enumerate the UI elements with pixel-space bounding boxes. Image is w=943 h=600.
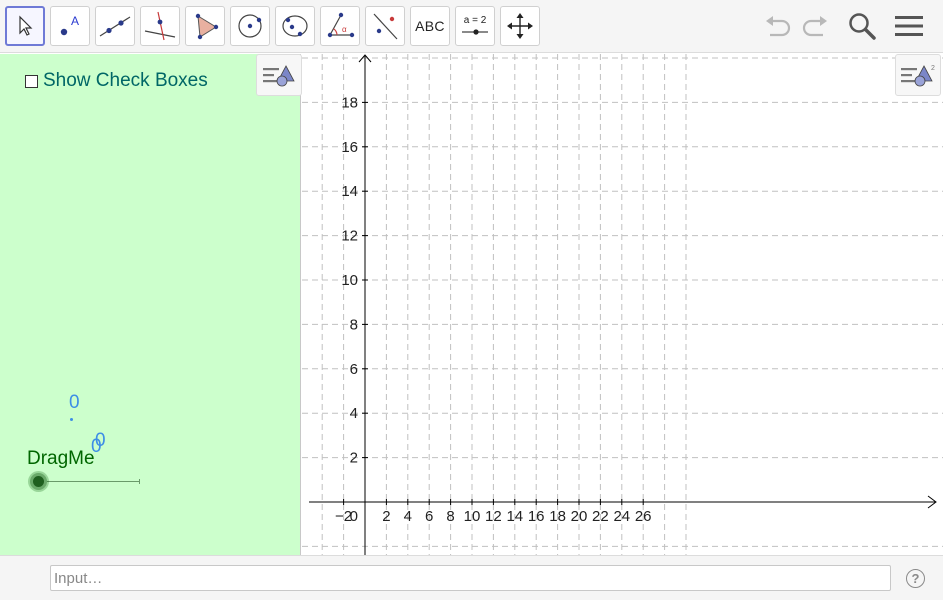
svg-text:A: A (71, 14, 79, 28)
y-tick-labels: 2 4 6 8 10 12 14 16 18 (341, 94, 368, 467)
slider-track-end (139, 479, 140, 484)
circle-tool-button[interactable] (230, 6, 270, 46)
x-tick-label: 16 (528, 508, 545, 525)
x-tick-labels: −20 2 4 6 8 10 12 14 16 18 20 22 24 26 (335, 499, 652, 525)
y-tick-label: 8 (350, 316, 358, 333)
graphics-style-bar-toggle[interactable]: 2 (895, 54, 941, 96)
undo-icon (766, 16, 791, 37)
svg-text:α: α (342, 25, 347, 34)
line-through-points-icon (99, 16, 131, 37)
y-tick-label: 16 (341, 139, 358, 156)
algebra-input-field[interactable] (50, 565, 891, 591)
text-tool-button[interactable]: ABC (410, 6, 450, 46)
checkbox-square[interactable] (25, 74, 38, 88)
x-tick-label: 18 (549, 508, 566, 525)
x-tick-label: 22 (592, 508, 609, 525)
x-tick-label: 8 (446, 508, 454, 525)
reflect-tool-button[interactable] (365, 6, 405, 46)
y-tick-label: 18 (341, 94, 358, 111)
algebra-style-bar-toggle[interactable] (256, 54, 302, 96)
y-tick-label: 14 (341, 183, 358, 200)
polygon-icon (195, 13, 219, 40)
hamburger-menu-icon (895, 16, 923, 36)
perpendicular-line-icon (144, 11, 176, 41)
x-tick-label: 20 (571, 508, 588, 525)
style-bar-icon (263, 65, 295, 87)
move-arrows-icon (507, 13, 533, 39)
redo-button[interactable] (796, 8, 834, 44)
move-tool-button[interactable] (5, 6, 45, 46)
perpendicular-line-tool-button[interactable] (140, 6, 180, 46)
slider-icon-label: a = 2 (464, 15, 487, 26)
show-check-boxes-checkbox[interactable]: Show Check Boxes (25, 70, 208, 92)
small-point (70, 418, 73, 421)
cursor-arrow-icon (19, 15, 33, 36)
angle-icon: α (327, 12, 355, 38)
graphics-canvas[interactable]: −20 2 4 6 8 10 12 14 16 18 20 22 24 26 24681012141618 (302, 54, 943, 555)
main-menu-button[interactable] (890, 8, 928, 44)
slider-tool-button[interactable]: a = 2 (455, 6, 495, 46)
slider-track[interactable] (38, 481, 140, 482)
reflect-about-line-icon (373, 13, 398, 40)
search-button[interactable] (843, 8, 881, 44)
point-icon: A (60, 14, 79, 36)
svg-text:2: 2 (931, 65, 935, 72)
toolbar: A α ABC a = 2 (0, 0, 943, 53)
circle-center-point-icon (238, 14, 262, 38)
x-tick-label: 14 (506, 508, 523, 525)
x-tick-label: 12 (485, 508, 502, 525)
move-graphics-view-tool-button[interactable] (500, 6, 540, 46)
input-bar: ? (0, 555, 943, 600)
slider-label: DragMe (27, 448, 95, 469)
angle-tool-button[interactable]: α (320, 6, 360, 46)
text-icon: ABC (415, 18, 445, 34)
x-tick-label: 24 (613, 508, 630, 525)
circle-three-points-icon (282, 15, 308, 37)
grid (302, 54, 943, 555)
x-tick-label: 4 (404, 508, 412, 525)
show-check-boxes-label: Show Check Boxes (43, 70, 208, 91)
x-tick-label: 6 (425, 508, 433, 525)
graphics-view[interactable]: −2 0 2 4 6 8 10 12 14 16 18 20 22 24 26 2 4 6 8 10 12 14 16 18… (302, 54, 943, 555)
search-icon (849, 13, 876, 40)
slider-handle[interactable] (30, 473, 47, 490)
point-tool-button[interactable]: A (50, 6, 90, 46)
algebra-view: Show Check Boxes 0 0 0 DragMe (0, 54, 302, 555)
x-tick-label: 0 (350, 508, 358, 525)
axes (309, 54, 937, 555)
style-bar-icon: 2 (901, 65, 935, 87)
help-icon[interactable]: ? (906, 569, 925, 588)
y-tick-label: 4 (350, 405, 358, 422)
y-tick-label: 2 (350, 450, 358, 467)
slider-icon: a = 2 (462, 15, 488, 35)
y-tick-label: 12 (341, 228, 358, 245)
algebra-value-upper: 0 (69, 392, 80, 413)
polygon-tool-button[interactable] (185, 6, 225, 46)
x-tick-label: 2 (382, 508, 390, 525)
circle-three-points-tool-button[interactable] (275, 6, 315, 46)
y-tick-label: 6 (350, 361, 358, 378)
undo-button[interactable] (759, 8, 797, 44)
redo-icon (802, 16, 827, 37)
x-tick-label: 10 (464, 508, 481, 525)
y-tick-label: 10 (341, 272, 358, 289)
line-tool-button[interactable] (95, 6, 135, 46)
x-tick-label: 26 (635, 508, 652, 525)
